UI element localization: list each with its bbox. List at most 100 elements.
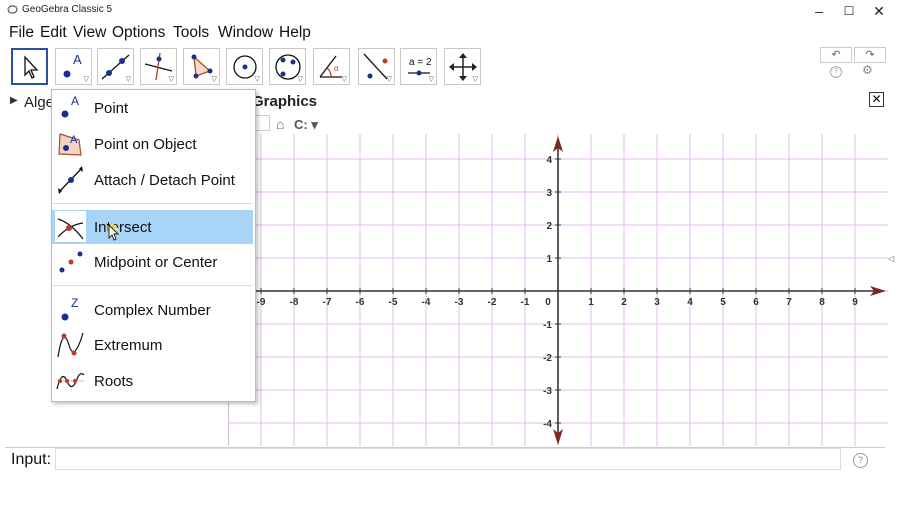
input-help-icon[interactable]: ? <box>853 453 868 468</box>
menu-window[interactable]: Window <box>218 24 273 42</box>
x-tick-label: -7 <box>323 297 332 308</box>
x-tick-label: 6 <box>753 297 759 308</box>
menu-view[interactable]: View <box>73 24 106 42</box>
minimize-button[interactable]: – <box>804 0 834 22</box>
roots-icon <box>56 373 85 390</box>
title-bar <box>0 0 900 22</box>
y-tick-label: -1 <box>543 320 552 331</box>
point-on-object-icon: A <box>58 133 82 156</box>
x-tick-label: -6 <box>356 297 365 308</box>
maximize-button[interactable]: ☐ <box>834 0 864 22</box>
slider-label: a = 2 <box>409 57 432 68</box>
redo-button[interactable]: ↷ <box>854 47 886 63</box>
expand-triangle-icon[interactable]: ▶ <box>10 95 18 106</box>
x-tick-label: 1 <box>588 297 594 308</box>
y-tick-label: 1 <box>546 254 552 265</box>
attach-detach-icon <box>58 166 83 194</box>
reflect-tool-button[interactable]: ▽ <box>358 48 395 85</box>
menu-item-label: Point <box>94 100 129 117</box>
x-tick-label: -1 <box>521 297 530 308</box>
menu-item-attach-detach[interactable]: Attach / Detach Point <box>52 163 253 197</box>
svg-text:α: α <box>334 64 339 73</box>
x-tick-label: -9 <box>257 297 266 308</box>
svg-text:Z: Z <box>71 296 78 310</box>
line-tool-button[interactable]: ▽ <box>97 48 134 85</box>
close-graphics-button[interactable]: ✕ <box>869 92 884 107</box>
y-tick-label: -4 <box>543 419 552 430</box>
menu-item-label: Intersect <box>94 219 152 236</box>
x-tick-label: -2 <box>488 297 497 308</box>
x-tick-label: 9 <box>852 297 858 308</box>
mouse-cursor-icon <box>108 224 120 241</box>
midpoint-icon <box>59 251 83 273</box>
geogebra-logo-icon <box>7 5 18 15</box>
point-tool-button[interactable]: A ▽ <box>55 48 92 85</box>
angle-tool-button[interactable]: α ▽ <box>313 48 350 85</box>
home-icon[interactable]: ⌂ <box>276 116 284 132</box>
x-tick-label: 5 <box>720 297 726 308</box>
coordinate-system-dropdown[interactable]: C: ▾ <box>294 117 318 133</box>
x-tick-label: -3 <box>455 297 464 308</box>
menu-item-extremum[interactable]: Extremum <box>52 328 253 362</box>
y-tick-label: -2 <box>543 353 552 364</box>
menu-item-label: Attach / Detach Point <box>94 172 235 189</box>
x-tick-label: -4 <box>422 297 431 308</box>
slider-tool-button[interactable]: a = 2 ▽ <box>400 48 437 85</box>
undo-button[interactable]: ↶ <box>820 47 852 63</box>
extremum-icon <box>57 332 84 358</box>
help-button[interactable]: ? <box>830 66 842 78</box>
svg-text:A: A <box>70 134 78 146</box>
menu-item-label: Midpoint or Center <box>94 254 218 271</box>
polygon-tool-button[interactable]: ▽ <box>183 48 220 85</box>
menu-edit[interactable]: Edit <box>40 24 67 42</box>
x-tick-label: 2 <box>621 297 627 308</box>
menu-item-point[interactable]: A Point <box>52 91 253 125</box>
menu-item-label: Extremum <box>94 337 163 354</box>
point-icon: A <box>61 94 79 118</box>
style-bar-toggle[interactable] <box>254 115 270 131</box>
menu-help[interactable]: Help <box>279 24 311 42</box>
x-tick-label: 3 <box>654 297 660 308</box>
menu-tools[interactable]: Tools <box>173 24 209 42</box>
menu-file[interactable]: File <box>9 24 34 42</box>
x-tick-label: 8 <box>819 297 825 308</box>
panel-resize-handle-icon[interactable]: ◁ <box>888 254 894 263</box>
input-field[interactable] <box>55 448 841 470</box>
settings-gear-icon[interactable]: ⚙ <box>862 63 873 77</box>
graphics-canvas[interactable]: -9 -8 -7 -6 -5 -4 -3 -2 -1 0 1 2 3 4 5 6 7 8 9 4 3 2 1 -1 -2 -3 -4 <box>228 134 888 446</box>
menu-separator <box>52 203 253 204</box>
menu-item-roots[interactable]: Roots <box>52 364 253 398</box>
window-title: GeoGebra Classic 5 <box>22 4 113 15</box>
menu-item-intersect[interactable]: Intersect <box>52 210 253 244</box>
graphics-view-title: Graphics <box>252 93 318 110</box>
input-label: Input: <box>11 451 52 468</box>
menu-item-point-on-object[interactable]: A Point on Object <box>52 127 253 161</box>
coord-label: C: <box>294 117 308 132</box>
x-tick-label: 7 <box>786 297 792 308</box>
cursor-arrow-icon <box>24 55 39 79</box>
menu-item-midpoint[interactable]: Midpoint or Center <box>52 245 253 279</box>
move-graphics-tool-button[interactable]: ▽ <box>444 48 481 85</box>
y-tick-label: 4 <box>546 155 552 166</box>
menu-options[interactable]: Options <box>112 24 165 42</box>
circle-tool-button[interactable]: ▽ <box>226 48 263 85</box>
perpendicular-line-tool-button[interactable]: ▽ <box>140 48 177 85</box>
menu-item-complex-number[interactable]: Z Complex Number <box>52 293 253 327</box>
menu-item-label: Roots <box>94 373 134 390</box>
complex-number-icon: Z <box>61 296 78 321</box>
x-tick-label: -5 <box>389 297 398 308</box>
svg-text:A: A <box>71 94 79 108</box>
circle-three-points-tool-button[interactable]: ▽ <box>269 48 306 85</box>
y-tick-label: -3 <box>543 386 552 397</box>
close-window-button[interactable]: ✕ <box>864 0 894 22</box>
svg-text:A: A <box>73 52 82 67</box>
menu-item-label: Point on Object <box>94 136 197 153</box>
x-tick-label: 4 <box>687 297 693 308</box>
x-tick-label: -8 <box>290 297 299 308</box>
algebra-view-title: Alge <box>24 94 55 111</box>
move-tool-button[interactable] <box>11 48 48 85</box>
y-tick-label: 3 <box>546 188 552 199</box>
x-tick-label: 0 <box>545 297 551 308</box>
menu-item-label: Complex Number <box>94 302 211 319</box>
y-tick-label: 2 <box>546 221 552 232</box>
